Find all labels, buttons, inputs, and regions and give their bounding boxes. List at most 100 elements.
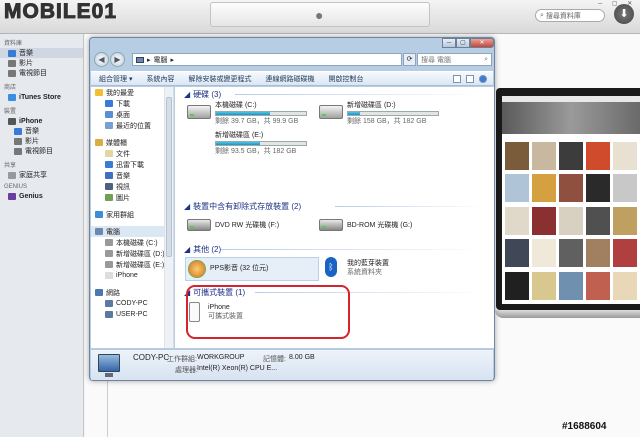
- album-art-tile: [532, 142, 556, 170]
- nav-item-icon: [95, 211, 103, 218]
- sidebar-item[interactable]: 影片: [0, 58, 83, 68]
- refresh-icon[interactable]: ⟳: [403, 53, 416, 66]
- view-options-icon[interactable]: [453, 75, 461, 83]
- nav-item[interactable]: 新增磁碟區 (E:): [91, 259, 173, 270]
- nav-item[interactable]: 音樂: [91, 170, 173, 181]
- uninstall-program-button[interactable]: 解除安裝或變更程式: [188, 74, 251, 84]
- nav-item[interactable]: 電腦: [91, 226, 173, 237]
- nav-item[interactable]: 桌面: [91, 109, 173, 120]
- nav-item[interactable]: 最近的位置: [91, 120, 173, 131]
- nav-item-icon: [105, 250, 113, 257]
- hard-drive-icon: [187, 105, 211, 119]
- sidebar-item[interactable]: 音樂: [0, 126, 83, 136]
- album-art-tile: [586, 239, 610, 268]
- sidebar-section-header: GENIUS: [4, 184, 28, 190]
- pps-item[interactable]: PPS影音 (32 位元): [185, 257, 319, 281]
- group-divider: [235, 94, 485, 95]
- album-art-tile: [559, 271, 583, 300]
- drive-usage-fill: [216, 112, 270, 115]
- nav-scrollbar[interactable]: [164, 87, 173, 348]
- nav-item[interactable]: 家用群組: [91, 209, 173, 220]
- download-icon[interactable]: ⬇: [614, 4, 634, 24]
- sidebar-item-label: 家庭共享: [19, 172, 47, 179]
- itunes-toolbar: MOBILE01 ─ ▢ ✕ ● ⌕ 搜尋資料庫 ⬇: [0, 0, 640, 34]
- nav-item[interactable]: 新增磁碟區 (D:): [91, 248, 173, 259]
- album-art-tile: [559, 174, 583, 203]
- forward-button[interactable]: ▶: [110, 52, 125, 67]
- nav-item-label: 圖片: [116, 194, 130, 202]
- nav-item-icon: [95, 89, 103, 96]
- maximize-button[interactable]: ▢: [456, 38, 470, 48]
- nav-item-icon: [95, 139, 103, 146]
- nav-item-icon: [95, 289, 103, 296]
- explorer-search-input[interactable]: 搜尋 電腦 ⌕: [417, 53, 492, 66]
- preview-pane-icon[interactable]: [466, 75, 474, 83]
- back-button[interactable]: ◀: [94, 52, 109, 67]
- nav-item[interactable]: 媒體櫃: [91, 137, 173, 148]
- sidebar-item-label: iTunes Store: [19, 93, 61, 101]
- bd-drive-icon: [319, 219, 343, 231]
- group-header-removable[interactable]: ◢ 裝置中含有卸除式存放裝置 (2): [184, 201, 301, 212]
- sidebar-item[interactable]: 影片: [0, 136, 83, 146]
- nav-item[interactable]: 網路: [91, 287, 173, 298]
- nav-item[interactable]: 我的最愛: [91, 87, 173, 98]
- sidebar-item[interactable]: 家庭共享: [0, 170, 83, 180]
- drive-e[interactable]: 新增磁碟區 (E:) 剩餘 93.5 GB，共 182 GB: [187, 131, 307, 156]
- group-header-hdd[interactable]: ◢ 硬碟 (3): [184, 89, 221, 100]
- organize-menu[interactable]: 組合管理 ▾: [99, 74, 132, 84]
- breadcrumb-computer[interactable]: 電腦: [154, 55, 168, 65]
- minimize-button[interactable]: ─: [442, 38, 456, 48]
- sidebar-item[interactable]: 音樂: [0, 48, 83, 58]
- drive-space: 剩餘 158 GB，共 182 GB: [347, 118, 427, 125]
- nav-item-label: 網路: [106, 289, 120, 297]
- nav-item[interactable]: USER-PC: [91, 309, 173, 320]
- nav-scrollbar-thumb[interactable]: [166, 97, 172, 257]
- close-button[interactable]: ✕: [470, 38, 494, 48]
- system-properties-button[interactable]: 系統內容: [146, 74, 174, 84]
- nav-item[interactable]: iPhone: [91, 270, 173, 281]
- album-art-tile: [559, 142, 583, 170]
- breadcrumb-chevron[interactable]: ▸: [171, 56, 175, 64]
- album-art-tile: [532, 174, 556, 203]
- help-icon[interactable]: [479, 75, 487, 83]
- nav-item[interactable]: 視訊: [91, 181, 173, 192]
- dvd-drive[interactable]: DVD RW 光碟機 (F:): [187, 215, 279, 231]
- drive-name: 本機磁碟 (C:): [215, 102, 257, 109]
- nav-item[interactable]: 本機磁碟 (C:): [91, 237, 173, 248]
- item-type: 系統資料夾: [347, 269, 382, 276]
- nav-item[interactable]: 迅雷下載: [91, 159, 173, 170]
- album-art-tile: [505, 206, 529, 235]
- nav-item-label: 文件: [116, 150, 130, 158]
- sidebar-item[interactable]: 電視節目: [0, 68, 83, 78]
- drive-d[interactable]: 新增磁碟區 (D:) 剩餘 158 GB，共 182 GB: [319, 101, 439, 126]
- nav-item[interactable]: 下載: [91, 98, 173, 109]
- sidebar-item-icon: [8, 69, 16, 77]
- sidebar-item[interactable]: iTunes Store: [0, 92, 83, 102]
- sidebar-item-label: iPhone: [19, 117, 43, 125]
- map-network-drive-button[interactable]: 連線網路磁碟機: [265, 74, 314, 84]
- drive-space: 剩餘 93.5 GB，共 182 GB: [215, 148, 297, 155]
- nav-item-label: 迅雷下載: [116, 161, 144, 169]
- group-header-other[interactable]: ◢ 其他 (2): [184, 244, 221, 255]
- bluetooth-item[interactable]: ᛒ 我的藍芽裝置 系統資料夾: [325, 257, 389, 277]
- open-control-panel-button[interactable]: 開啟控制台: [328, 74, 363, 84]
- iphone-highlight-circle: [186, 285, 350, 339]
- nav-item[interactable]: 文件: [91, 148, 173, 159]
- address-bar[interactable]: ▸ 電腦 ▸: [132, 53, 402, 66]
- drive-usage-fill: [216, 142, 261, 145]
- album-art-tile: [505, 271, 529, 300]
- group-title: 其他 (2): [193, 245, 222, 254]
- sidebar-item[interactable]: iPhone: [0, 116, 83, 126]
- bd-drive[interactable]: BD-ROM 光碟機 (G:): [319, 215, 412, 231]
- nav-item[interactable]: 圖片: [91, 192, 173, 203]
- drive-c[interactable]: 本機磁碟 (C:) 剩餘 39.7 GB，共 99.9 GB: [187, 101, 307, 126]
- sidebar-item[interactable]: 電視節目: [0, 146, 83, 156]
- nav-item[interactable]: CODY-PC: [91, 298, 173, 309]
- explorer-search-placeholder: 搜尋 電腦: [421, 56, 451, 64]
- sidebar-item[interactable]: Genius: [0, 191, 83, 201]
- album-art-tile: [532, 271, 556, 300]
- nav-item-icon: [105, 194, 113, 201]
- drive-name: 新增磁碟區 (D:): [347, 102, 396, 109]
- drive-name: DVD RW 光碟機 (F:): [215, 222, 280, 229]
- itunes-search-input[interactable]: ⌕ 搜尋資料庫: [535, 9, 605, 22]
